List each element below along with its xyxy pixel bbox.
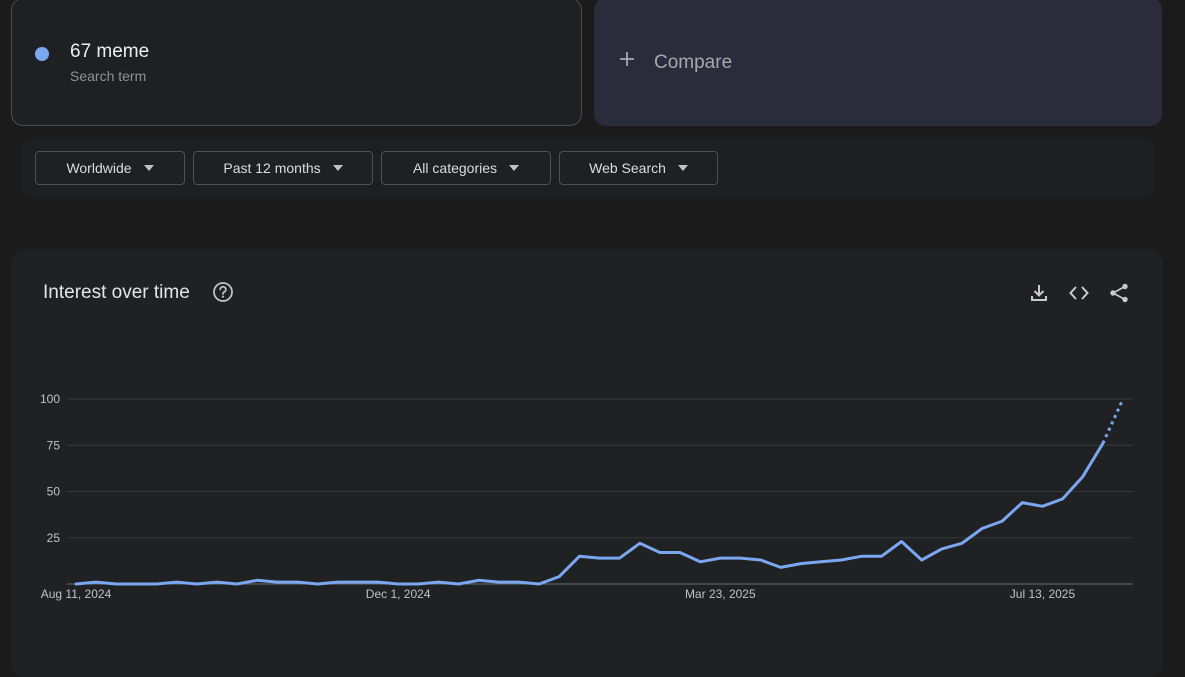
data-point[interactable] <box>999 518 1005 524</box>
data-point[interactable] <box>536 581 542 587</box>
data-point[interactable] <box>335 579 341 585</box>
data-point[interactable] <box>838 557 844 563</box>
data-point[interactable] <box>375 579 381 585</box>
data-point[interactable] <box>476 577 482 583</box>
data-point[interactable] <box>415 581 421 587</box>
data-point[interactable] <box>899 538 905 544</box>
data-point[interactable] <box>717 555 723 561</box>
data-point[interactable] <box>274 579 280 585</box>
data-point[interactable] <box>818 559 824 565</box>
data-point[interactable] <box>758 557 764 563</box>
data-point[interactable] <box>315 581 321 587</box>
data-point[interactable] <box>1039 503 1045 509</box>
data-point[interactable] <box>294 579 300 585</box>
data-point[interactable] <box>1080 474 1086 480</box>
data-point[interactable] <box>677 550 683 556</box>
data-point[interactable] <box>1100 440 1106 446</box>
data-point[interactable] <box>939 546 945 552</box>
y-tick-label: 100 <box>40 392 60 406</box>
data-point[interactable] <box>435 579 441 585</box>
data-point[interactable] <box>496 579 502 585</box>
interest-line-chart: 25 50 75 100 Aug 11, 2024 Dec 1, 2024 Mar 23, … <box>40 392 1133 601</box>
x-tick-label: Dec 1, 2024 <box>366 587 431 601</box>
data-point[interactable] <box>254 577 260 583</box>
data-point[interactable] <box>959 540 965 546</box>
data-point[interactable] <box>576 553 582 559</box>
x-tick-label: Mar 23, 2025 <box>685 587 756 601</box>
data-point[interactable] <box>556 574 562 580</box>
data-point[interactable] <box>979 526 985 532</box>
data-point[interactable] <box>617 555 623 561</box>
data-point[interactable] <box>355 579 361 585</box>
data-point[interactable] <box>737 555 743 561</box>
data-point[interactable] <box>858 553 864 559</box>
partial-data-segment[interactable] <box>1101 398 1125 445</box>
data-point[interactable] <box>516 579 522 585</box>
data-point[interactable] <box>878 553 884 559</box>
data-point[interactable] <box>1019 500 1025 506</box>
y-tick-label: 75 <box>47 438 61 452</box>
data-point[interactable] <box>194 581 200 587</box>
data-point[interactable] <box>1060 496 1066 502</box>
data-point[interactable] <box>214 579 220 585</box>
data-point[interactable] <box>456 581 462 587</box>
data-point[interactable] <box>657 550 663 556</box>
x-tick-label: Aug 11, 2024 <box>41 587 112 601</box>
data-point[interactable] <box>113 581 119 587</box>
data-point[interactable] <box>133 581 139 587</box>
data-point[interactable] <box>174 579 180 585</box>
data-point[interactable] <box>395 581 401 587</box>
data-point[interactable] <box>93 579 99 585</box>
data-point[interactable] <box>234 581 240 587</box>
data-point[interactable] <box>597 555 603 561</box>
data-point[interactable] <box>154 581 160 587</box>
data-point[interactable] <box>697 559 703 565</box>
data-point[interactable] <box>919 557 925 563</box>
data-point[interactable] <box>73 581 79 587</box>
y-tick-label: 50 <box>47 485 61 499</box>
series-line[interactable] <box>74 441 1105 586</box>
data-point[interactable] <box>798 561 804 567</box>
x-tick-label: Jul 13, 2025 <box>1010 587 1076 601</box>
data-point[interactable] <box>637 540 643 546</box>
data-point[interactable] <box>1120 396 1126 402</box>
y-tick-label: 25 <box>47 531 61 545</box>
data-point[interactable] <box>778 564 784 570</box>
